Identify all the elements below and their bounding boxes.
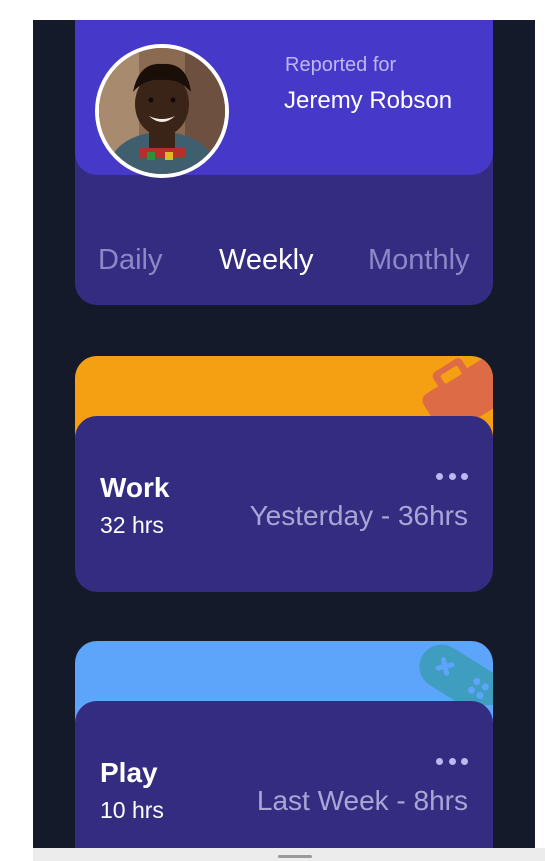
tab-weekly[interactable]: Weekly xyxy=(219,244,314,277)
briefcase-icon xyxy=(393,356,493,420)
dot-icon xyxy=(461,757,468,765)
dot-icon xyxy=(436,472,443,480)
dot-icon xyxy=(461,472,468,480)
drag-handle[interactable] xyxy=(278,855,312,858)
previous-period-text: Last Week - 8hrs xyxy=(256,785,468,816)
dashboard: Reported for Jeremy Robson Daily Weekly … xyxy=(33,20,535,848)
bottom-bar xyxy=(33,848,545,861)
reported-for-label: Reported for xyxy=(285,54,397,76)
profile-card: Reported for Jeremy Robson Daily Weekly … xyxy=(75,20,493,305)
dot-icon xyxy=(448,472,456,480)
more-options-button[interactable] xyxy=(435,468,469,484)
dot-icon xyxy=(436,757,443,765)
work-card-body: Work 32 hrs Yesterday - 36hrs xyxy=(75,416,493,592)
tab-monthly[interactable]: Monthly xyxy=(368,244,470,277)
tab-daily[interactable]: Daily xyxy=(98,244,162,277)
user-photo-icon xyxy=(99,48,225,174)
user-name: Jeremy Robson xyxy=(284,87,453,114)
more-options-button[interactable] xyxy=(435,753,469,769)
activity-title: Work xyxy=(100,472,170,503)
dot-icon xyxy=(448,757,456,765)
window-top-strip xyxy=(0,0,545,20)
activity-title: Play xyxy=(100,757,158,788)
previous-period-text: Yesterday - 36hrs xyxy=(249,500,468,531)
play-card-body: Play 10 hrs Last Week - 8hrs xyxy=(75,701,493,848)
activity-hours: 32 hrs xyxy=(100,512,164,538)
activity-card-play: Play 10 hrs Last Week - 8hrs xyxy=(75,641,493,848)
gamepad-icon xyxy=(393,641,493,705)
activity-card-work: Work 32 hrs Yesterday - 36hrs xyxy=(75,356,493,592)
profile-header: Reported for Jeremy Robson xyxy=(75,20,493,178)
activity-hours: 10 hrs xyxy=(100,797,164,823)
period-tabs: Daily Weekly Monthly xyxy=(75,244,493,284)
avatar xyxy=(95,44,229,178)
